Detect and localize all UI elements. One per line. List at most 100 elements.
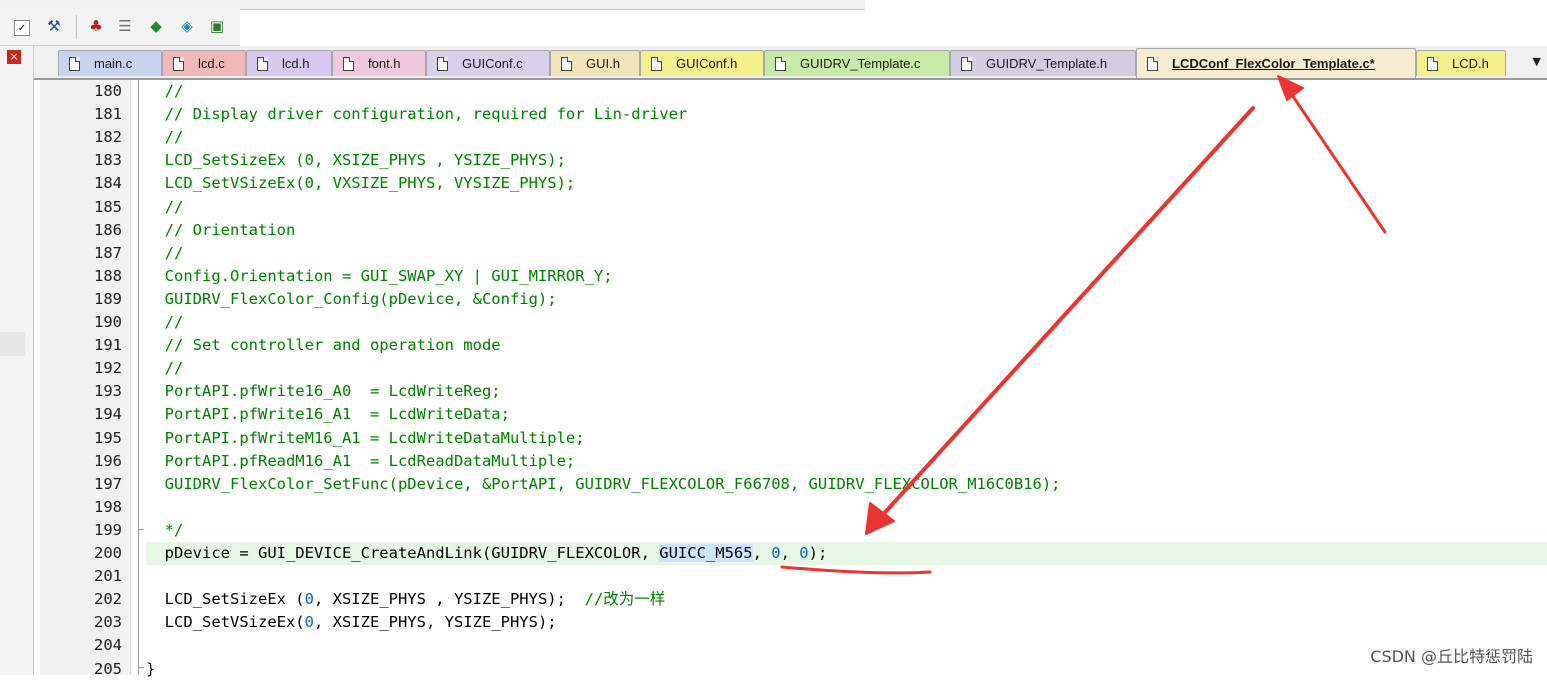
tab-lcdconf-flexcolor-template-c[interactable]: LCDConf_FlexColor_Template.c* (1136, 48, 1416, 78)
wand-icon[interactable]: ⚒ (44, 16, 64, 36)
tab-label: font.h (368, 56, 401, 71)
code-line[interactable]: // (146, 80, 1547, 103)
file-icon (437, 56, 448, 71)
tab-label: lcd.c (198, 56, 225, 71)
line-number: 181 (94, 105, 122, 124)
number-literal: 0 (304, 590, 314, 609)
line-number: 190 (94, 313, 122, 331)
tab-guidrv-template-c[interactable]: GUIDRV_Template.c (764, 50, 950, 76)
file-icon (343, 56, 354, 71)
line-number: 184 (94, 174, 122, 193)
line-number: 196 (94, 451, 122, 470)
line-number: 189 (94, 289, 122, 308)
code-line[interactable] (146, 565, 1547, 588)
package-icon[interactable]: ▣ (207, 16, 227, 36)
tab-list-dropdown-icon[interactable]: ▼ (1533, 55, 1541, 68)
code-line[interactable] (146, 634, 1547, 657)
code-line[interactable]: PortAPI.pfWrite16_A1 = LcdWriteData; (146, 403, 1547, 426)
line-number: 186 (94, 220, 122, 239)
code-line[interactable]: } (146, 658, 1547, 681)
code-line[interactable]: GUIDRV_FlexColor_Config(pDevice, &Config… (146, 288, 1547, 311)
code-editor[interactable]: // // Display driver configuration, requ… (146, 80, 1547, 678)
tab-label: GUI.h (586, 56, 620, 71)
code-text: LCD_SetVSizeEx( (146, 613, 305, 632)
code-line[interactable]: // Display driver configuration, require… (146, 103, 1547, 126)
code-line[interactable]: */ (146, 519, 1547, 542)
code-line[interactable]: LCD_SetVSizeEx(0, XSIZE_PHYS, YSIZE_PHYS… (146, 611, 1547, 634)
tab-guiconf-h[interactable]: GUIConf.h (640, 50, 764, 76)
tab-font-h[interactable]: font.h (332, 50, 426, 76)
tab-lcd-c[interactable]: lcd.c (162, 50, 246, 76)
tab-bar: ▼ main.c lcd.c lcd.h font.h GUIConf.c GUI.h GU… (34, 46, 1547, 80)
line-number: 192 (94, 359, 122, 378)
selected-token: GUICC_M565 (659, 544, 753, 562)
code-text: , XSIZE_PHYS, YSIZE_PHYS); (313, 613, 557, 632)
line-number: 195 (94, 428, 122, 447)
close-icon[interactable]: × (7, 50, 21, 64)
fold-end-marker (138, 529, 144, 530)
current-line[interactable]: pDevice = GUI_DEVICE_CreateAndLink(GUIDR… (146, 542, 1547, 565)
code-line[interactable] (146, 496, 1547, 519)
file-icon (1147, 56, 1158, 71)
line-number: 180 (94, 82, 122, 100)
line-number: 202 (94, 590, 122, 609)
project-panel (0, 46, 34, 675)
line-number: 205 (94, 659, 122, 678)
line-number: 185 (94, 197, 122, 216)
code-line[interactable]: PortAPI.pfWrite16_A0 = LcdWriteReg; (146, 380, 1547, 403)
file-icon (1427, 56, 1438, 71)
file-icon (173, 56, 184, 71)
file-icon (69, 56, 80, 71)
download-icon[interactable]: ◈ (177, 16, 197, 36)
code-line[interactable]: // (146, 126, 1547, 149)
code-line[interactable]: // (146, 242, 1547, 265)
code-line[interactable]: LCD_SetVSizeEx(0, VXSIZE_PHYS, VYSIZE_PH… (146, 172, 1547, 195)
tab-label: main.c (94, 56, 133, 71)
tab-lcd-h[interactable]: lcd.h (246, 50, 332, 76)
tab-label: LCDConf_FlexColor_Template.c* (1172, 56, 1375, 71)
layers-icon[interactable]: ☰ (115, 16, 135, 36)
code-text: LCD_SetSizeEx ( (146, 590, 305, 609)
tab-guidrv-template-h[interactable]: GUIDRV_Template.h (950, 50, 1136, 76)
diamond-icon[interactable]: ◆ (146, 16, 166, 36)
tab-main-c[interactable]: main.c (58, 50, 162, 76)
tab-label: LCD.h (1452, 56, 1489, 71)
line-number: 201 (94, 567, 122, 586)
inline-comment: //改为一样 (584, 590, 666, 609)
tab-label: GUIDRV_Template.h (986, 56, 1108, 71)
line-number: 182 (94, 128, 122, 147)
file-icon (257, 56, 268, 71)
toolbar: ✓ ⚒ ♣ ☰ ◆ ◈ ▣ (0, 9, 240, 46)
code-line[interactable]: PortAPI.pfReadM16_A1 = LcdReadDataMultip… (146, 450, 1547, 473)
code-line[interactable]: LCD_SetSizeEx (0, XSIZE_PHYS , YSIZE_PHY… (146, 149, 1547, 172)
tab-label: GUIConf.c (462, 56, 523, 71)
code-line[interactable]: // (146, 311, 1547, 334)
line-number: 197 (94, 474, 122, 493)
tab-guiconf-c[interactable]: GUIConf.c (426, 50, 550, 76)
number-literal: 0 (304, 613, 314, 632)
tab-lcd-h[interactable]: LCD.h (1416, 50, 1506, 76)
line-number: 198 (94, 497, 122, 516)
tab-label: GUIDRV_Template.c (800, 56, 921, 71)
line-number-gutter: 180 181 182 183 184 185 186 187 188 189 190 191 192 1… (40, 80, 131, 678)
code-text: , XSIZE_PHYS , YSIZE_PHYS); (313, 590, 585, 609)
file-icon (775, 56, 786, 71)
code-line[interactable]: // Orientation (146, 219, 1547, 242)
code-line[interactable]: // Set controller and operation mode (146, 334, 1547, 357)
code-line[interactable]: LCD_SetSizeEx (0, XSIZE_PHYS , YSIZE_PHY… (146, 588, 1547, 611)
watermark: CSDN @丘比特惩罚陆 (1370, 647, 1533, 666)
file-icon (651, 56, 662, 71)
code-line[interactable]: PortAPI.pfWriteM16_A1 = LcdWriteDataMult… (146, 427, 1547, 450)
code-line[interactable]: // (146, 357, 1547, 380)
build-icon[interactable]: ♣ (86, 16, 106, 36)
checkbox-icon[interactable]: ✓ (14, 20, 30, 36)
tab-gui-h[interactable]: GUI.h (550, 50, 640, 76)
fold-end-marker (138, 667, 144, 668)
panel-highlight (0, 332, 25, 356)
toolbar-separator (76, 15, 77, 39)
line-number: 188 (94, 266, 122, 285)
code-line[interactable]: GUIDRV_FlexColor_SetFunc(pDevice, &PortA… (146, 473, 1547, 496)
code-line[interactable]: Config.Orientation = GUI_SWAP_XY | GUI_M… (146, 265, 1547, 288)
code-text: ); (808, 544, 828, 562)
code-line[interactable]: // (146, 196, 1547, 219)
